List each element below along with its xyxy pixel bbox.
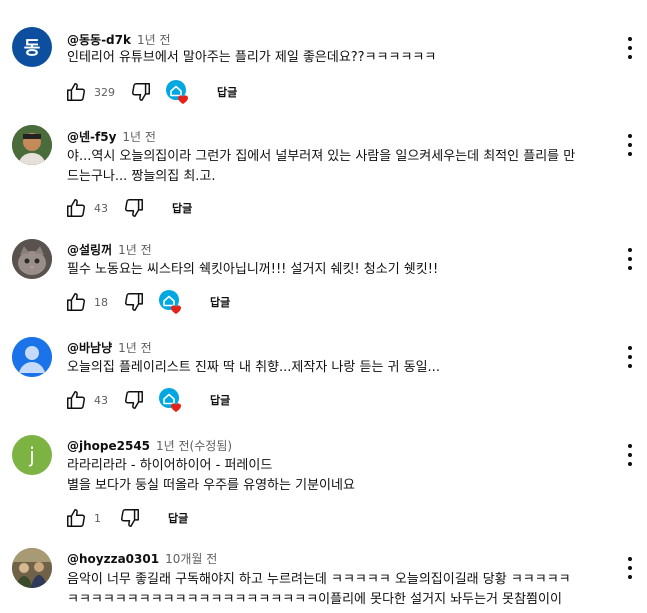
more-options-icon[interactable] — [627, 444, 633, 466]
comment-author[interactable]: @jhope2545 — [67, 439, 150, 453]
comment-meta: @설링꺼 1년 전 — [67, 241, 152, 258]
comment-meta: @넨-f5y 1년 전 — [67, 128, 156, 145]
more-options-icon[interactable] — [627, 346, 633, 368]
more-options-icon[interactable] — [627, 37, 633, 59]
thumbs-up-icon[interactable] — [64, 506, 88, 530]
more-options-icon[interactable] — [627, 557, 633, 579]
creator-heart-icon[interactable] — [158, 387, 184, 413]
comment-actions: 329 답글 — [64, 80, 237, 104]
like-count: 1 — [94, 511, 101, 525]
comment-meta: @jhope2545 1년 전(수정됨) — [67, 437, 232, 454]
comment-text: 라라리라라 - 하이어하이어 - 퍼레이드 별을 보다가 둥실 떠올라 우주를 … — [67, 458, 355, 493]
thumbs-down-icon[interactable] — [129, 80, 153, 104]
comment-time[interactable]: 10개월 전 — [165, 552, 217, 566]
comment-meta: @바남냥 1년 전 — [67, 339, 152, 356]
thumbs-down-icon[interactable] — [118, 506, 142, 530]
avatar[interactable]: 동 — [12, 27, 52, 67]
comment-text: 음악이 너무 좋길래 구독해야지 하고 누르려는데 ㅋㅋㅋㅋㅋ 오늘의집이길래 … — [67, 572, 571, 607]
comment-author[interactable]: @설링꺼 — [67, 243, 112, 257]
thumbs-down-icon[interactable] — [122, 388, 146, 412]
like-count: 18 — [94, 295, 108, 309]
thumbs-down-icon[interactable] — [122, 196, 146, 220]
avatar[interactable] — [12, 125, 52, 165]
comment-author[interactable]: @바남냥 — [67, 341, 112, 355]
thumbs-up-icon[interactable] — [64, 290, 88, 314]
comment-author[interactable]: @동동-d7k — [67, 33, 131, 47]
comment-author[interactable]: @hoyzza0301 — [67, 552, 159, 566]
avatar[interactable] — [12, 548, 52, 588]
avatar[interactable] — [12, 239, 52, 279]
avatar-letter: j — [29, 443, 35, 467]
reply-button[interactable]: 답글 — [217, 84, 237, 100]
comment-time[interactable]: 1년 전 — [118, 243, 152, 257]
comment-actions: 1 답글 — [64, 506, 188, 530]
comment-meta: @hoyzza0301 10개월 전 — [67, 550, 217, 567]
thumbs-up-icon[interactable] — [64, 196, 88, 220]
like-count: 329 — [94, 85, 115, 99]
thumbs-down-icon[interactable] — [122, 290, 146, 314]
user-photo-icon — [12, 125, 52, 165]
more-options-icon[interactable] — [627, 248, 633, 270]
default-avatar-icon — [12, 337, 52, 377]
avatar[interactable]: j — [12, 435, 52, 475]
comment-time[interactable]: 1년 전 — [118, 341, 152, 355]
group-photo-icon — [12, 548, 52, 588]
comment-text: 인테리어 유튜브에서 말아주는 플리가 제일 좋은데요??ㅋㅋㅋㅋㅋㅋ — [67, 50, 437, 65]
like-count: 43 — [94, 201, 108, 215]
comment-time[interactable]: 1년 전 — [122, 130, 156, 144]
comment-time[interactable]: 1년 전 — [137, 33, 171, 47]
comment-text: 오늘의집 플레이리스트 진짜 딱 내 취향...제작자 나랑 듣는 귀 동일..… — [67, 360, 440, 375]
comment-actions: 18 답글 — [64, 290, 230, 314]
creator-heart-icon[interactable] — [158, 289, 184, 315]
reply-button[interactable]: 답글 — [172, 200, 192, 216]
thumbs-up-icon[interactable] — [64, 80, 88, 104]
reply-button[interactable]: 답글 — [210, 294, 230, 310]
comment-actions: 43 답글 — [64, 196, 192, 220]
more-options-icon[interactable] — [627, 134, 633, 156]
comment-actions: 43 답글 — [64, 388, 230, 412]
avatar-letter: 동 — [23, 38, 41, 59]
cat-photo-icon — [12, 239, 52, 279]
comment-time[interactable]: 1년 전(수정됨) — [156, 439, 232, 453]
thumbs-up-icon[interactable] — [64, 388, 88, 412]
comment-text: 야...역시 오늘의집이라 그런가 집에서 널부러져 있는 사람을 일으켜세우는… — [67, 149, 576, 184]
comment-text: 필수 노동요는 씨스타의 쉑킷아닙니꺼!!! 설거지 쉐킷! 청소기 쉣킷!! — [67, 262, 439, 277]
comment-meta: @동동-d7k 1년 전 — [67, 31, 171, 48]
comment-author[interactable]: @넨-f5y — [67, 130, 116, 144]
avatar[interactable] — [12, 337, 52, 377]
reply-button[interactable]: 답글 — [168, 510, 188, 526]
creator-heart-icon[interactable] — [165, 79, 191, 105]
like-count: 43 — [94, 393, 108, 407]
reply-button[interactable]: 답글 — [210, 392, 230, 408]
